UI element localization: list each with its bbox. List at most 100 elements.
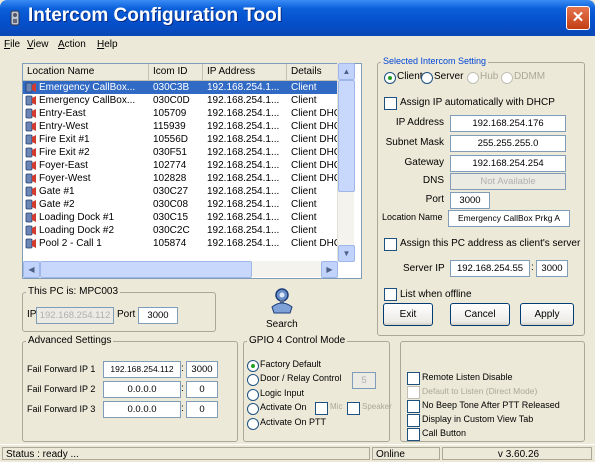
close-button[interactable]: ✕ [566, 6, 590, 30]
gpio-door-relay-radio[interactable] [247, 374, 259, 386]
mode-client-radio[interactable] [384, 72, 396, 84]
list-horizontal-scrollbar[interactable]: ◀ ▶ [23, 261, 338, 278]
display-custom-label: Display in Custom View Tab [422, 414, 534, 424]
call-button-checkbox[interactable] [407, 428, 420, 441]
ip-address-cell: 192.168.254.1... [207, 108, 280, 119]
list-item[interactable]: Entry-West 115939 192.168.254.1... Client D… [23, 120, 345, 133]
gpio-mic-checkbox[interactable] [315, 402, 328, 415]
exit-button[interactable]: Exit [383, 303, 433, 326]
gpio-door-relay-input[interactable]: 5 [352, 372, 376, 389]
port-input[interactable]: 3000 [450, 192, 490, 209]
fail-forward-2-port-input[interactable]: 0 [186, 381, 218, 398]
mode-server-label: Server [434, 71, 464, 82]
window-title: Intercom Configuration Tool [28, 5, 283, 26]
icom-id-cell: 030C3B [153, 82, 190, 93]
mode-hub-radio[interactable] [467, 72, 479, 84]
status-version: v 3.60.26 [442, 447, 592, 460]
location-name-cell: Entry-East [39, 108, 86, 119]
location-name-cell: Gate #2 [39, 199, 75, 210]
ip-address-cell: 192.168.254.1... [207, 199, 280, 210]
intercom-list[interactable]: Location Name Icom ID IP Address Details… [22, 63, 362, 279]
gpio-activate-on-label: Activate On [260, 402, 307, 412]
scroll-h-thumb[interactable] [40, 261, 252, 278]
call-button-label: Call Button [422, 428, 467, 438]
ip-address-label: IP Address [395, 117, 444, 128]
dns-input[interactable]: Not Available [450, 173, 566, 190]
gpio-activate-ptt-radio[interactable] [247, 418, 259, 430]
list-item[interactable]: Emergency CallBox... 030C3B 192.168.254.1.… [23, 81, 345, 94]
intercom-icon [25, 238, 36, 249]
gpio-speaker-checkbox[interactable] [347, 402, 360, 415]
cancel-button[interactable]: Cancel [450, 303, 510, 326]
default-listen-checkbox[interactable] [407, 386, 420, 399]
scroll-right-button[interactable]: ▶ [321, 261, 338, 278]
mode-ddmm-radio[interactable] [501, 72, 513, 84]
list-item[interactable]: Entry-East 105709 192.168.254.1... Client D… [23, 107, 345, 120]
fail-forward-2-ip-input[interactable]: 0.0.0.0 [103, 381, 181, 398]
location-name-cell: Gate #1 [39, 186, 75, 197]
remote-listen-disable-label: Remote Listen Disable [422, 372, 513, 382]
ip-address-input[interactable]: 192.168.254.176 [450, 115, 566, 132]
scroll-left-button[interactable]: ◀ [23, 261, 40, 278]
gateway-input[interactable]: 192.168.254.254 [450, 155, 566, 172]
selected-setting-label: Selected Intercom Setting [381, 56, 489, 66]
apply-button[interactable]: Apply [520, 303, 574, 326]
scroll-down-button[interactable]: ▼ [338, 245, 355, 262]
location-name-input[interactable]: Emergency CallBox Prkg A [448, 210, 570, 227]
location-name-cell: Loading Dock #1 [39, 212, 115, 223]
scroll-up-button[interactable]: ▲ [338, 63, 355, 80]
fail-forward-3-label: Fail Forward IP 3 [27, 404, 96, 414]
list-item[interactable]: Fire Exit #2 030F51 192.168.254.1... Client… [23, 146, 345, 159]
mode-server-radio[interactable] [421, 72, 433, 84]
fail-forward-3-port-input[interactable]: 0 [186, 401, 218, 418]
remote-listen-disable-checkbox[interactable] [407, 372, 420, 385]
list-vertical-scrollbar[interactable]: ▲ ▼ [337, 63, 355, 262]
dhcp-checkbox[interactable] [384, 97, 397, 110]
assign-server-checkbox[interactable] [384, 238, 397, 251]
icom-id-cell: 105874 [153, 238, 187, 249]
ip-address-cell: 192.168.254.1... [207, 160, 280, 171]
gpio-logic-input-radio[interactable] [247, 389, 259, 401]
server-ip-input[interactable]: 192.168.254.55 [450, 260, 530, 277]
search-button[interactable]: Search [258, 285, 306, 333]
this-pc-ip-input[interactable]: 192.168.254.112 [36, 307, 114, 324]
list-item[interactable]: Loading Dock #2 030C2C 192.168.254.1... Cli… [23, 224, 345, 237]
list-offline-checkbox[interactable] [384, 288, 397, 301]
gpio-factory-default-radio[interactable] [247, 360, 259, 372]
gpio-activate-on-radio[interactable] [247, 403, 259, 415]
column-location-name[interactable]: Location Name [23, 64, 149, 80]
list-item[interactable]: Pool 2 - Call 1 105874 192.168.254.1... Cli… [23, 237, 345, 250]
list-item[interactable]: Emergency CallBox... 030C0D 192.168.254.1.… [23, 94, 345, 107]
fail-forward-3-ip-input[interactable]: 0.0.0.0 [103, 401, 181, 418]
menu-file[interactable]: File [4, 39, 20, 50]
icom-id-cell: 030C27 [153, 186, 189, 197]
fail-forward-1-port-input[interactable]: 3000 [186, 361, 218, 378]
subnet-mask-input[interactable]: 255.255.255.0 [450, 135, 566, 152]
scroll-thumb[interactable] [338, 80, 355, 192]
intercom-icon [25, 108, 36, 119]
intercom-icon [25, 134, 36, 145]
status-bar: Status : ready ... Online v 3.60.26 [0, 444, 595, 462]
list-item[interactable]: Loading Dock #1 030C15 192.168.254.1... Cli… [23, 211, 345, 224]
no-beep-checkbox[interactable] [407, 400, 420, 413]
this-pc-port-input[interactable]: 3000 [138, 307, 178, 324]
menu-view[interactable]: View [27, 39, 49, 50]
column-icom-id[interactable]: Icom ID [149, 64, 203, 80]
default-listen-label: Default to Listen (Direct Mode) [422, 386, 538, 396]
list-item[interactable]: Foyer-East 102774 192.168.254.1... Client D… [23, 159, 345, 172]
no-beep-label: No Beep Tone After PTT Released [422, 400, 560, 410]
list-item[interactable]: Gate #1 030C27 192.168.254.1... Client [23, 185, 345, 198]
list-item[interactable]: Fire Exit #1 10556D 192.168.254.1... Client… [23, 133, 345, 146]
ip-address-cell: 192.168.254.1... [207, 147, 280, 158]
menu-action[interactable]: Action [58, 39, 86, 50]
list-item[interactable]: Gate #2 030C08 192.168.254.1... Client [23, 198, 345, 211]
location-name-cell: Foyer-East [39, 160, 88, 171]
menu-help[interactable]: Help [97, 39, 118, 50]
fail-forward-1-ip-input[interactable]: 192.168.254.112 [103, 361, 181, 378]
location-name-cell: Emergency CallBox... [39, 82, 136, 93]
list-item[interactable]: Foyer-West 102828 192.168.254.1... Client D… [23, 172, 345, 185]
server-port-input[interactable]: 3000 [536, 260, 568, 277]
column-ip-address[interactable]: IP Address [203, 64, 287, 80]
display-custom-checkbox[interactable] [407, 414, 420, 427]
location-name-cell: Loading Dock #2 [39, 225, 115, 236]
